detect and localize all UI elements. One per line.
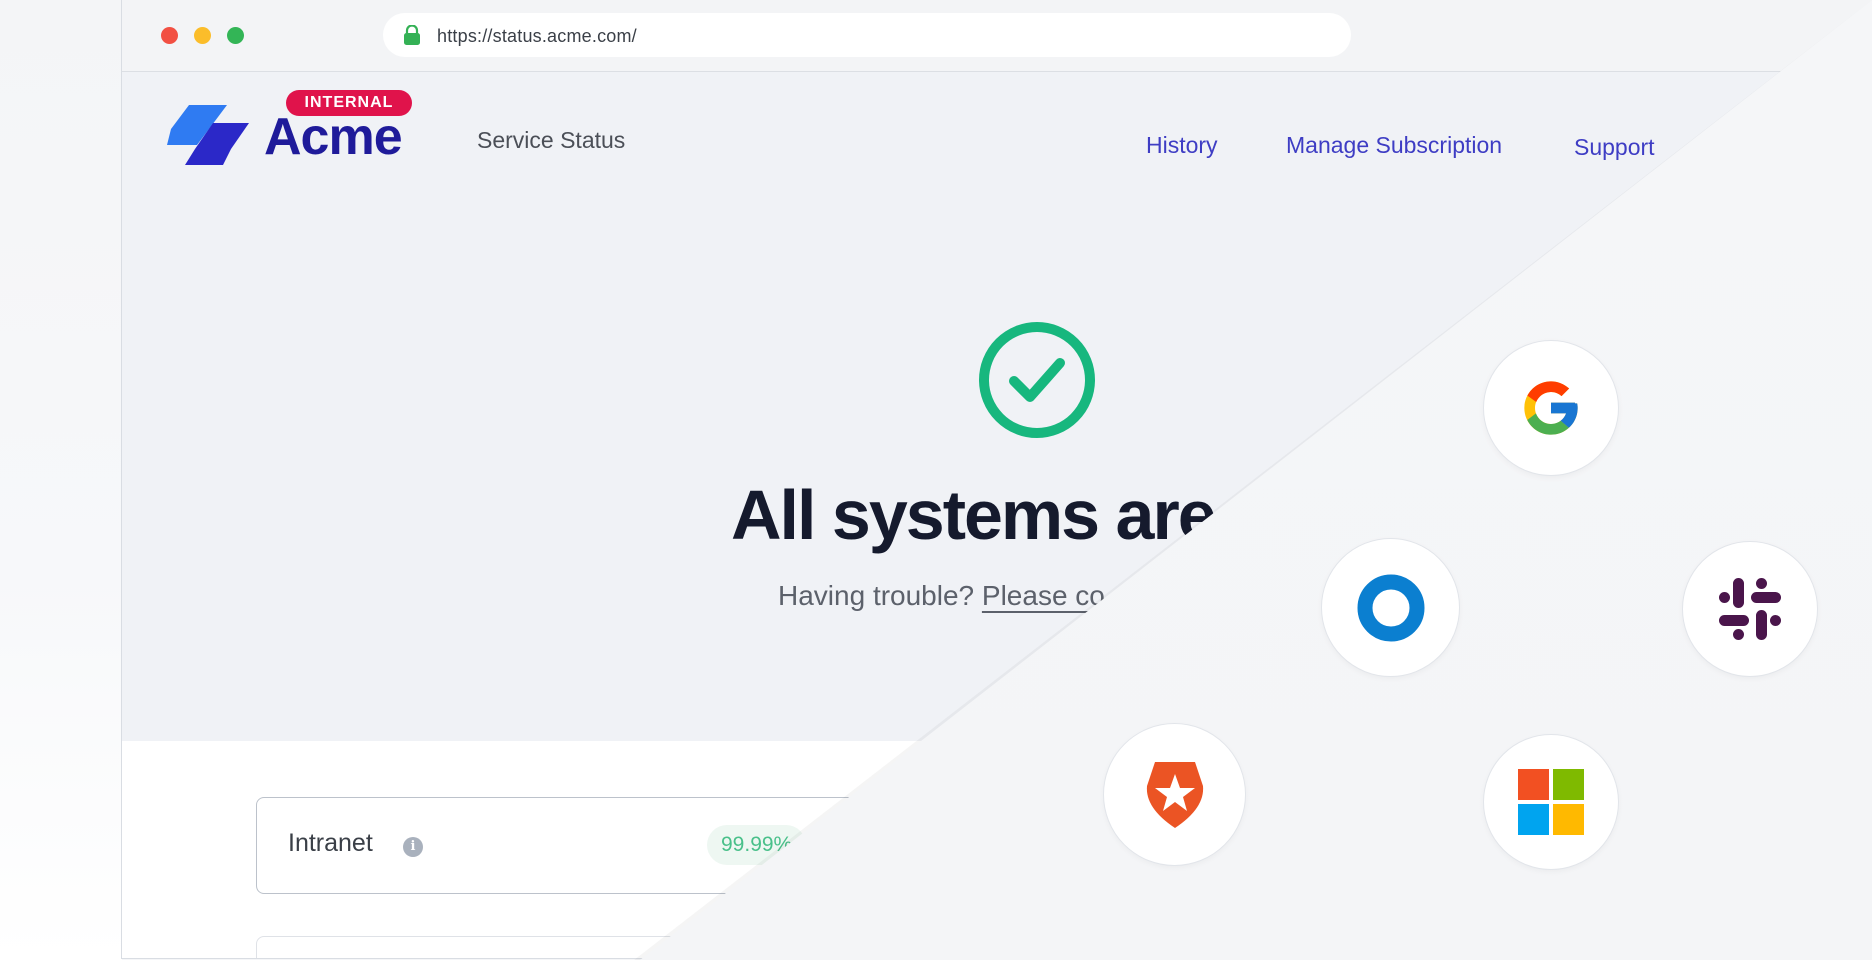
component-name: Intranet	[288, 829, 373, 857]
page-subtitle: Service Status	[477, 127, 626, 153]
status-help-text: Having trouble? Please co	[778, 580, 1105, 612]
google-integration	[1483, 340, 1619, 476]
microsoft-icon	[1518, 769, 1584, 835]
slack-integration	[1682, 541, 1818, 677]
acme-logo-icon	[167, 105, 249, 165]
slack-icon	[1719, 578, 1781, 640]
nav-support-link[interactable]: Support	[1574, 134, 1655, 161]
contact-link[interactable]: Please co	[982, 580, 1105, 611]
close-window-button[interactable]	[161, 27, 178, 44]
browser-chrome: https://status.acme.com/	[122, 0, 1872, 72]
url-text: https://status.acme.com/	[437, 26, 637, 46]
minimize-window-button[interactable]	[194, 27, 211, 44]
nav-manage-subscription-link[interactable]: Manage Subscription	[1286, 132, 1502, 159]
auth0-icon	[1146, 761, 1203, 828]
help-text-prefix: Having trouble?	[778, 580, 982, 611]
nav-history-link[interactable]: History	[1146, 132, 1218, 159]
page-backdrop	[0, 0, 122, 960]
status-headline: All systems are	[731, 476, 1217, 554]
auth0-integration	[1103, 723, 1246, 866]
check-circle-icon	[979, 322, 1095, 438]
okta-icon	[1357, 574, 1424, 641]
microsoft-integration	[1483, 734, 1619, 870]
lock-icon	[404, 25, 420, 45]
maximize-window-button[interactable]	[227, 27, 244, 44]
okta-integration	[1321, 538, 1460, 677]
info-icon[interactable]: i	[403, 837, 423, 857]
address-bar[interactable]: https://status.acme.com/	[383, 13, 1351, 57]
brand-name[interactable]: Acme	[264, 107, 403, 167]
google-icon	[1524, 381, 1578, 435]
